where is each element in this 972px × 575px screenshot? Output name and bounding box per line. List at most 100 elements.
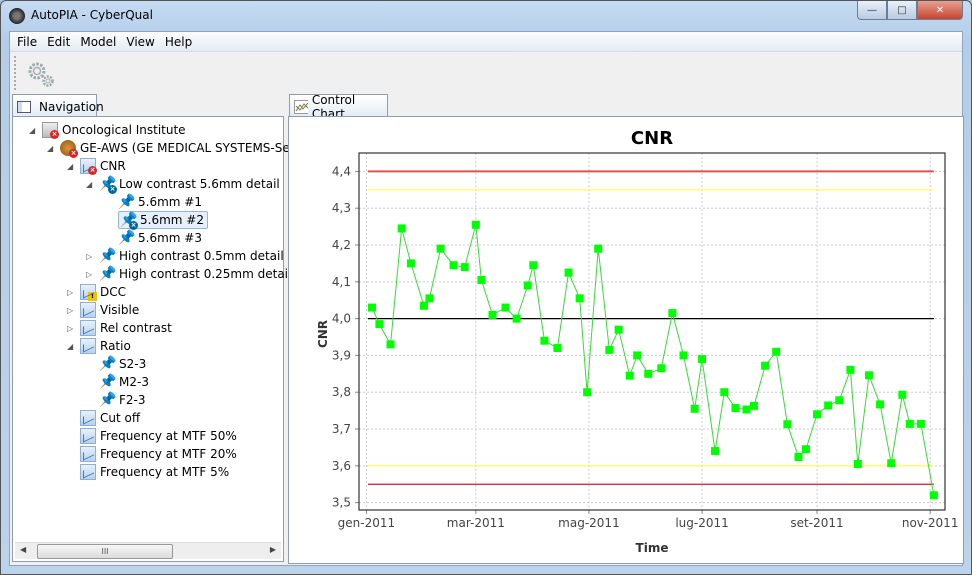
chart-icon xyxy=(80,320,96,336)
tree-item-label: Visible xyxy=(100,303,140,317)
tree-item[interactable]: ▷ Visible xyxy=(67,301,139,319)
tree-item-content[interactable]: Frequency at MTF 50% xyxy=(80,428,237,444)
tree-item[interactable]: Frequency at MTF 5% xyxy=(80,463,229,481)
data-point xyxy=(876,400,885,409)
close-button[interactable]: ✕ xyxy=(917,1,963,20)
menu-view[interactable]: View xyxy=(121,32,159,51)
menu-file[interactable]: File xyxy=(12,32,42,51)
data-point xyxy=(594,244,603,253)
tree-item-content[interactable]: × GE-AWS (GE MEDICAL SYSTEMS-Seno xyxy=(60,140,305,158)
horizontal-scrollbar[interactable]: ◀ III ▶ xyxy=(15,542,281,559)
gears-icon[interactable] xyxy=(24,59,58,89)
tree-item[interactable]: ◢ 📌 × Low contrast 5.6mm detail xyxy=(86,175,280,194)
tree-item-label: GE-AWS (GE MEDICAL SYSTEMS-Seno xyxy=(80,141,305,155)
cnr-control-chart[interactable]: CNR Time CNR 3,5 3,6 3,7 3,8 3,9 4,0 4,1 4,2 4,3… xyxy=(290,117,962,563)
tree-item-content[interactable]: 📌 5.6mm #1 xyxy=(118,194,202,210)
tree-item[interactable]: Cut off xyxy=(80,409,140,427)
chart-icon xyxy=(80,302,96,318)
expand-arrow-icon[interactable]: ▷ xyxy=(67,288,73,297)
expand-arrow-icon[interactable]: ▷ xyxy=(86,270,92,279)
chart-icon xyxy=(80,410,96,426)
tree-item-content[interactable]: Cut off xyxy=(80,410,140,426)
tree-item-content[interactable]: 📌 S2-3 xyxy=(99,356,146,372)
tree-item[interactable]: ◢ × GE-AWS (GE MEDICAL SYSTEMS-Seno xyxy=(47,139,305,158)
y-tick-label: 4,2 xyxy=(332,238,351,252)
tree-item[interactable]: 📌 F2-3 xyxy=(99,391,146,409)
tree-item-content[interactable]: ! DCC xyxy=(80,284,126,301)
collapse-arrow-icon[interactable]: ◢ xyxy=(29,126,35,135)
collapse-arrow-icon[interactable]: ◢ xyxy=(86,180,92,189)
pushpin-icon: 📌 × xyxy=(99,176,117,194)
tree-item-content[interactable]: Visible xyxy=(80,302,139,318)
tree-item-content[interactable]: Frequency at MTF 20% xyxy=(80,446,237,462)
data-point xyxy=(471,220,480,229)
tab-control-chart[interactable]: Control Chart xyxy=(289,93,388,121)
tree-item-content[interactable]: 📌 M2-3 xyxy=(99,374,149,390)
menu-edit[interactable]: Edit xyxy=(42,32,75,51)
data-point xyxy=(553,344,562,353)
tree-item-content[interactable]: 📌 High contrast 0.25mm detail xyxy=(99,266,291,282)
tree-item-content[interactable]: × CNR xyxy=(80,158,126,175)
tree-item-content[interactable]: 📌 F2-3 xyxy=(99,392,146,408)
scrollbar-thumb[interactable]: III xyxy=(37,544,173,559)
pushpin-icon: 📌 xyxy=(118,230,136,246)
data-point xyxy=(449,261,458,270)
data-point xyxy=(625,371,634,380)
scroll-left-arrow-icon[interactable]: ◀ xyxy=(20,545,26,554)
pushpin-icon: 📌 × xyxy=(120,212,138,230)
tree-item-label: M2-3 xyxy=(119,375,149,389)
data-point xyxy=(690,404,699,413)
tree-item-content[interactable]: Frequency at MTF 5% xyxy=(80,464,229,480)
collapse-arrow-icon[interactable]: ◢ xyxy=(67,342,73,351)
data-point xyxy=(425,294,434,303)
tree-item[interactable]: ▷ 📌 High contrast 0.5mm detail xyxy=(86,247,284,265)
error-badge-icon: × xyxy=(69,149,78,158)
x-tick-label: mar-2011 xyxy=(447,516,505,530)
menu-help[interactable]: Help xyxy=(160,32,197,51)
collapse-arrow-icon[interactable]: ◢ xyxy=(47,144,53,153)
tree-item[interactable]: ▷ 📌 High contrast 0.25mm detail xyxy=(86,265,291,283)
tree-item[interactable]: ◢ × CNR xyxy=(67,157,126,175)
maximize-button[interactable]: □ xyxy=(887,1,917,20)
minimize-button[interactable]: — xyxy=(857,1,887,20)
tree-item-label: Low contrast 5.6mm detail xyxy=(119,177,280,191)
tree-item-content[interactable]: × Oncological Institute xyxy=(42,122,186,139)
tree-item[interactable]: ▷ Rel contrast xyxy=(67,319,172,337)
data-point xyxy=(864,371,873,380)
title-bar[interactable]: AutoPIA - CyberQual — □ ✕ xyxy=(1,1,971,31)
tree-item[interactable]: 📌 5.6mm #1 xyxy=(118,193,202,211)
data-point xyxy=(898,390,907,399)
data-point xyxy=(742,405,751,414)
tree-item-content[interactable]: Ratio xyxy=(80,338,131,354)
expand-arrow-icon[interactable]: ▷ xyxy=(67,324,73,333)
tree-item[interactable]: Frequency at MTF 50% xyxy=(80,427,237,445)
toolbar-grip[interactable] xyxy=(14,56,16,90)
tree-item-label: High contrast 0.5mm detail xyxy=(119,249,284,263)
tree-item[interactable]: ▷ ! DCC xyxy=(67,283,126,301)
warning-badge-icon: ! xyxy=(88,292,97,301)
tree-item-content[interactable]: 📌 5.6mm #3 xyxy=(118,230,202,246)
tree-item[interactable]: ◢ Ratio xyxy=(67,337,131,355)
tree-item-content[interactable]: 📌 × 5.6mm #2 xyxy=(118,211,208,230)
collapse-arrow-icon[interactable]: ◢ xyxy=(67,162,73,171)
error-badge-icon: × xyxy=(50,130,59,139)
tree-item[interactable]: 📌 5.6mm #3 xyxy=(118,229,202,247)
tree-item-content[interactable]: 📌 High contrast 0.5mm detail xyxy=(99,248,284,264)
tree-item-content[interactable]: 📌 × Low contrast 5.6mm detail xyxy=(99,176,280,194)
data-point xyxy=(436,244,445,253)
expand-arrow-icon[interactable]: ▷ xyxy=(67,306,73,315)
tree-item[interactable]: 📌 S2-3 xyxy=(99,355,146,373)
tree-item-content[interactable]: Rel contrast xyxy=(80,320,172,336)
tree-item[interactable]: Frequency at MTF 20% xyxy=(80,445,237,463)
tab-navigation[interactable]: Navigation xyxy=(12,94,104,116)
tree-item[interactable]: 📌 × 5.6mm #2 xyxy=(118,211,208,230)
scroll-right-arrow-icon[interactable]: ▶ xyxy=(270,545,276,554)
tree-item[interactable]: 📌 M2-3 xyxy=(99,373,149,391)
data-point xyxy=(419,301,428,310)
data-point xyxy=(540,336,549,345)
tree-item[interactable]: ◢ × Oncological Institute xyxy=(29,121,186,139)
pushpin-icon: 📌 xyxy=(99,374,117,390)
data-point xyxy=(772,347,781,356)
menu-model[interactable]: Model xyxy=(75,32,121,51)
expand-arrow-icon[interactable]: ▷ xyxy=(86,252,92,261)
